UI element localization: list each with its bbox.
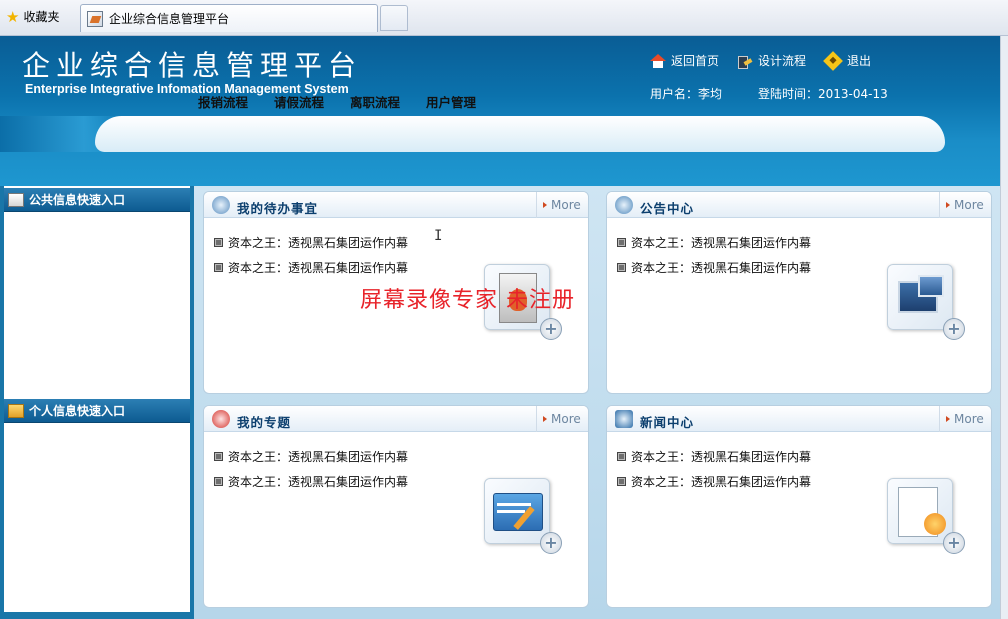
announcement-list: 资本之王：透视黑石集团运作内幕 资本之王：透视黑石集团运作内幕 xyxy=(617,230,811,280)
text-cursor-icon: I xyxy=(434,228,443,244)
text-line xyxy=(497,510,525,513)
news-more-link[interactable]: More xyxy=(939,406,991,432)
site-title-cn: 企业综合信息管理平台 xyxy=(22,49,363,82)
text-line xyxy=(497,503,531,506)
edit-window-image-icon xyxy=(484,478,550,544)
main-nav: 报销流程 请假流程 离职流程 用户管理 xyxy=(198,92,476,111)
browser-tab[interactable]: 企业综合信息管理平台 xyxy=(80,4,378,32)
site-header: 企业综合信息管理平台 Enterprise Integrative Infoma… xyxy=(0,36,1000,186)
favorites-button[interactable]: ★ 收藏夹 xyxy=(6,8,59,25)
heart-icon xyxy=(212,410,230,428)
personal-info-body xyxy=(4,423,190,609)
favorites-label: 收藏夹 xyxy=(23,10,60,24)
design-flow-icon xyxy=(737,54,753,69)
browser-toolbar: ★ 收藏夹 企业综合信息管理平台 xyxy=(0,0,1008,36)
personal-info-header[interactable]: 个人信息快速入口 xyxy=(4,399,190,423)
more-label: More xyxy=(551,412,581,426)
top-links: 返回首页 设计流程 退出 xyxy=(650,50,872,71)
screen-shape-back xyxy=(918,275,944,297)
home-link-label: 返回首页 xyxy=(671,54,720,68)
public-info-body xyxy=(4,212,190,398)
nav-item-user-management[interactable]: 用户管理 xyxy=(426,92,476,111)
design-flow-label: 设计流程 xyxy=(758,54,807,68)
todo-list: 资本之王：透视黑石集团运作内幕 资本之王：透视黑石集团运作内幕 xyxy=(214,230,408,280)
todo-panel-header: 我的待办事宜 More xyxy=(204,192,588,218)
list-item[interactable]: 资本之王：透视黑石集团运作内幕 xyxy=(617,444,811,469)
username-text: 用户名：李均 xyxy=(650,87,723,101)
news-list: 资本之王：透视黑石集团运作内幕 资本之王：透视黑石集团运作内幕 xyxy=(617,444,811,494)
nav-item-resignation[interactable]: 离职流程 xyxy=(350,92,400,111)
more-label: More xyxy=(954,198,984,212)
list-item[interactable]: 资本之王：透视黑石集团运作内幕 xyxy=(214,444,408,469)
news-panel: 新闻中心 More 资本之王：透视黑石集团运作内幕 资本之王：透视黑石集团运作内… xyxy=(606,405,992,608)
headset-icon xyxy=(212,196,230,214)
topics-panel-header: 我的专题 More xyxy=(204,406,588,432)
more-label: More xyxy=(551,198,581,212)
person-shape xyxy=(924,513,946,535)
new-tab-button[interactable] xyxy=(380,5,408,31)
announcement-more-link[interactable]: More xyxy=(939,192,991,218)
play-icon xyxy=(615,196,633,214)
checkmark-icon xyxy=(615,410,633,428)
user-info: 用户名：李均 登陆时间：2013-04-13 xyxy=(650,85,888,102)
design-flow-link[interactable]: 设计流程 xyxy=(737,52,806,69)
todo-panel-title: 我的待办事宜 xyxy=(237,201,319,216)
nav-bar xyxy=(95,116,945,152)
list-item[interactable]: 资本之王：透视黑石集团运作内幕 xyxy=(214,255,408,280)
nav-band xyxy=(0,116,1000,156)
monitor-image-icon xyxy=(887,264,953,330)
watermark-text: 屏幕录像专家 未注册 xyxy=(360,288,575,313)
list-item[interactable]: 资本之王：透视黑石集团运作内幕 xyxy=(617,469,811,494)
topics-more-link[interactable]: More xyxy=(536,406,588,432)
todo-more-link[interactable]: More xyxy=(536,192,588,218)
home-icon xyxy=(650,53,666,68)
list-item[interactable]: 资本之王：透视黑石集团运作内幕 xyxy=(617,230,811,255)
list-item[interactable]: 资本之王：透视黑石集团运作内幕 xyxy=(617,255,811,280)
star-icon: ★ xyxy=(6,7,20,26)
personal-info-title: 个人信息快速入口 xyxy=(29,404,126,418)
announcement-panel-header: 公告中心 More xyxy=(607,192,991,218)
add-icon[interactable]: + xyxy=(943,318,965,340)
add-icon[interactable]: + xyxy=(540,532,562,554)
public-info-header[interactable]: 公共信息快速入口 xyxy=(4,188,190,212)
announcement-panel-title: 公告中心 xyxy=(640,201,695,216)
sidebar: 公共信息快速入口 个人信息快速入口 xyxy=(4,186,190,612)
public-info-title: 公共信息快速入口 xyxy=(29,193,126,207)
browser-tab-title: 企业综合信息管理平台 xyxy=(109,12,230,26)
topics-panel-title: 我的专题 xyxy=(237,415,292,430)
news-panel-header: 新闻中心 More xyxy=(607,406,991,432)
announcement-panel: 公告中心 More 资本之王：透视黑石集团运作内幕 资本之王：透视黑石集团运作内… xyxy=(606,191,992,394)
scrollbar[interactable] xyxy=(1000,36,1008,619)
page-favicon-icon xyxy=(87,10,103,27)
exit-icon xyxy=(823,50,843,71)
login-time-text: 登陆时间：2013-04-13 xyxy=(758,87,888,101)
list-item[interactable]: 资本之王：透视黑石集团运作内幕 xyxy=(214,230,408,255)
exit-link[interactable]: 退出 xyxy=(823,50,872,71)
note-icon xyxy=(8,192,24,207)
folder-icon xyxy=(8,403,24,418)
topics-list: 资本之王：透视黑石集团运作内幕 资本之王：透视黑石集团运作内幕 xyxy=(214,444,408,494)
add-icon[interactable]: + xyxy=(540,318,562,340)
list-item[interactable]: 资本之王：透视黑石集团运作内幕 xyxy=(214,469,408,494)
nav-item-leave[interactable]: 请假流程 xyxy=(274,92,324,111)
home-link[interactable]: 返回首页 xyxy=(650,52,719,69)
nav-item-reimbursement[interactable]: 报销流程 xyxy=(198,92,248,111)
topics-panel: 我的专题 More 资本之王：透视黑石集团运作内幕 资本之王：透视黑石集团运作内… xyxy=(203,405,589,608)
checklist-image-icon xyxy=(887,478,953,544)
news-panel-title: 新闻中心 xyxy=(640,415,695,430)
main-area: 公共信息快速入口 个人信息快速入口 我的待办事宜 More 资本之王：透视黑石集… xyxy=(0,186,1000,619)
add-icon[interactable]: + xyxy=(943,532,965,554)
more-label: More xyxy=(954,412,984,426)
exit-label: 退出 xyxy=(847,54,872,68)
